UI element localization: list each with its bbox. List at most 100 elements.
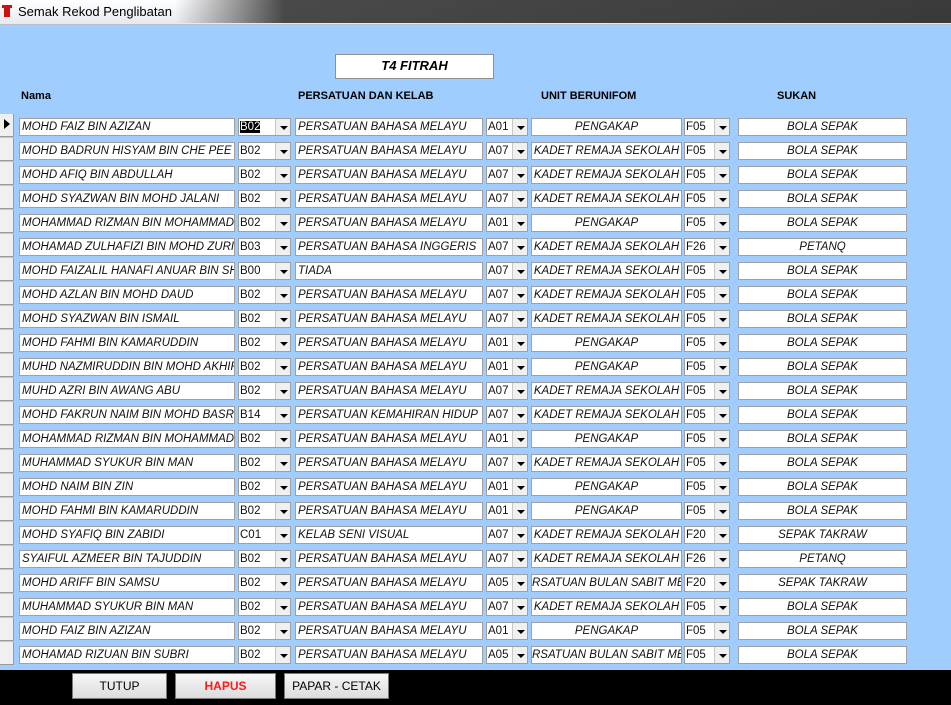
persatuan-field[interactable]: TIADA — [295, 262, 483, 280]
sukan-field[interactable]: BOLA SEPAK — [738, 382, 907, 400]
persatuan-code-combo[interactable]: B02 — [238, 646, 291, 664]
row-selector[interactable] — [0, 378, 14, 401]
dropdown-arrow-icon[interactable] — [275, 383, 290, 399]
sukan-field[interactable]: BOLA SEPAK — [738, 430, 907, 448]
sukan-code-combo[interactable]: F05 — [684, 406, 730, 424]
unit-field[interactable]: KADET REMAJA SEKOLAH — [531, 190, 682, 208]
unit-code-combo[interactable]: A01 — [486, 622, 528, 640]
sukan-field[interactable]: PETANQ — [738, 238, 907, 256]
dropdown-arrow-icon[interactable] — [512, 623, 527, 639]
dropdown-arrow-icon[interactable] — [275, 623, 290, 639]
sukan-code-combo[interactable]: F05 — [684, 262, 730, 280]
dropdown-arrow-icon[interactable] — [512, 335, 527, 351]
dropdown-arrow-icon[interactable] — [275, 143, 290, 159]
dropdown-arrow-icon[interactable] — [512, 119, 527, 135]
dropdown-arrow-icon[interactable] — [714, 359, 729, 375]
persatuan-code-combo[interactable]: B02 — [238, 310, 291, 328]
dropdown-arrow-icon[interactable] — [714, 239, 729, 255]
row-selector[interactable] — [0, 546, 14, 569]
dropdown-arrow-icon[interactable] — [512, 599, 527, 615]
sukan-code-combo[interactable]: F05 — [684, 382, 730, 400]
dropdown-arrow-icon[interactable] — [275, 239, 290, 255]
unit-field[interactable]: PENGAKAP — [531, 430, 682, 448]
dropdown-arrow-icon[interactable] — [512, 143, 527, 159]
persatuan-code-combo[interactable]: B02 — [238, 550, 291, 568]
sukan-field[interactable]: BOLA SEPAK — [738, 142, 907, 160]
persatuan-field[interactable]: PERSATUAN BAHASA MELAYU — [295, 142, 483, 160]
nama-field[interactable]: MOHD FAKRUN NAIM BIN MOHD BASRI — [19, 406, 235, 424]
dropdown-arrow-icon[interactable] — [512, 191, 527, 207]
persatuan-code-combo[interactable]: B02 — [238, 118, 291, 136]
persatuan-field[interactable]: PERSATUAN BAHASA MELAYU — [295, 502, 483, 520]
unit-code-combo[interactable]: A07 — [486, 526, 528, 544]
persatuan-field[interactable]: PERSATUAN BAHASA MELAYU — [295, 334, 483, 352]
persatuan-field[interactable]: PERSATUAN KEMAHIRAN HIDUP — [295, 406, 483, 424]
nama-field[interactable]: MOHAMAD RIZUAN BIN SUBRI — [19, 646, 235, 664]
dropdown-arrow-icon[interactable] — [512, 503, 527, 519]
unit-code-combo[interactable]: A07 — [486, 262, 528, 280]
nama-field[interactable]: MOHD FAHMI BIN KAMARUDDIN — [19, 502, 235, 520]
sukan-field[interactable]: BOLA SEPAK — [738, 622, 907, 640]
dropdown-arrow-icon[interactable] — [275, 503, 290, 519]
unit-field[interactable]: KADET REMAJA SEKOLAH — [531, 382, 682, 400]
nama-field[interactable]: MOHD AZLAN BIN MOHD DAUD — [19, 286, 235, 304]
unit-field[interactable]: PENGAKAP — [531, 214, 682, 232]
sukan-code-combo[interactable]: F05 — [684, 646, 730, 664]
sukan-code-combo[interactable]: F05 — [684, 454, 730, 472]
persatuan-field[interactable]: PERSATUAN BAHASA MELAYU — [295, 454, 483, 472]
unit-code-combo[interactable]: A07 — [486, 142, 528, 160]
sukan-code-combo[interactable]: F05 — [684, 166, 730, 184]
nama-field[interactable]: MOHD FAIZ BIN AZIZAN — [19, 118, 235, 136]
row-selector[interactable] — [0, 330, 14, 353]
unit-code-combo[interactable]: A07 — [486, 310, 528, 328]
dropdown-arrow-icon[interactable] — [512, 263, 527, 279]
row-selector[interactable] — [0, 402, 14, 425]
nama-field[interactable]: MOHD ARIFF BIN SAMSU — [19, 574, 235, 592]
persatuan-code-combo[interactable]: B02 — [238, 622, 291, 640]
dropdown-arrow-icon[interactable] — [512, 167, 527, 183]
dropdown-arrow-icon[interactable] — [275, 647, 290, 663]
dropdown-arrow-icon[interactable] — [714, 383, 729, 399]
sukan-field[interactable]: BOLA SEPAK — [738, 166, 907, 184]
nama-field[interactable]: SYAIFUL AZMEER BIN TAJUDDIN — [19, 550, 235, 568]
dropdown-arrow-icon[interactable] — [275, 263, 290, 279]
dropdown-arrow-icon[interactable] — [512, 647, 527, 663]
sukan-field[interactable]: BOLA SEPAK — [738, 358, 907, 376]
persatuan-code-combo[interactable]: B02 — [238, 454, 291, 472]
row-selector[interactable] — [0, 570, 14, 593]
unit-code-combo[interactable]: A01 — [486, 214, 528, 232]
sukan-field[interactable]: SEPAK TAKRAW — [738, 574, 907, 592]
dropdown-arrow-icon[interactable] — [275, 359, 290, 375]
persatuan-code-combo[interactable]: B14 — [238, 406, 291, 424]
persatuan-field[interactable]: PERSATUAN BAHASA MELAYU — [295, 286, 483, 304]
sukan-code-combo[interactable]: F05 — [684, 142, 730, 160]
row-selector[interactable] — [0, 426, 14, 449]
sukan-code-combo[interactable]: F20 — [684, 574, 730, 592]
persatuan-code-combo[interactable]: B02 — [238, 502, 291, 520]
row-selector[interactable] — [0, 642, 14, 665]
dropdown-arrow-icon[interactable] — [714, 119, 729, 135]
sukan-code-combo[interactable]: F05 — [684, 334, 730, 352]
row-selector[interactable] — [0, 474, 14, 497]
sukan-code-combo[interactable]: F05 — [684, 190, 730, 208]
sukan-field[interactable]: SEPAK TAKRAW — [738, 526, 907, 544]
row-selector[interactable] — [0, 258, 14, 281]
unit-field[interactable]: PENGAKAP — [531, 358, 682, 376]
persatuan-code-combo[interactable]: B02 — [238, 190, 291, 208]
unit-field[interactable]: KADET REMAJA SEKOLAH — [531, 286, 682, 304]
persatuan-field[interactable]: PERSATUAN BAHASA INGGERIS — [295, 238, 483, 256]
persatuan-field[interactable]: PERSATUAN BAHASA MELAYU — [295, 622, 483, 640]
dropdown-arrow-icon[interactable] — [275, 335, 290, 351]
sukan-code-combo[interactable]: F05 — [684, 358, 730, 376]
unit-code-combo[interactable]: A01 — [486, 118, 528, 136]
dropdown-arrow-icon[interactable] — [275, 119, 290, 135]
sukan-code-combo[interactable]: F05 — [684, 118, 730, 136]
dropdown-arrow-icon[interactable] — [714, 191, 729, 207]
nama-field[interactable]: MOHD FAIZ BIN AZIZAN — [19, 622, 235, 640]
nama-field[interactable]: MOHD FAHMI BIN KAMARUDDIN — [19, 334, 235, 352]
dropdown-arrow-icon[interactable] — [512, 311, 527, 327]
sukan-field[interactable]: BOLA SEPAK — [738, 454, 907, 472]
unit-code-combo[interactable]: A07 — [486, 190, 528, 208]
nama-field[interactable]: MOHD NAIM BIN ZIN — [19, 478, 235, 496]
dropdown-arrow-icon[interactable] — [275, 599, 290, 615]
